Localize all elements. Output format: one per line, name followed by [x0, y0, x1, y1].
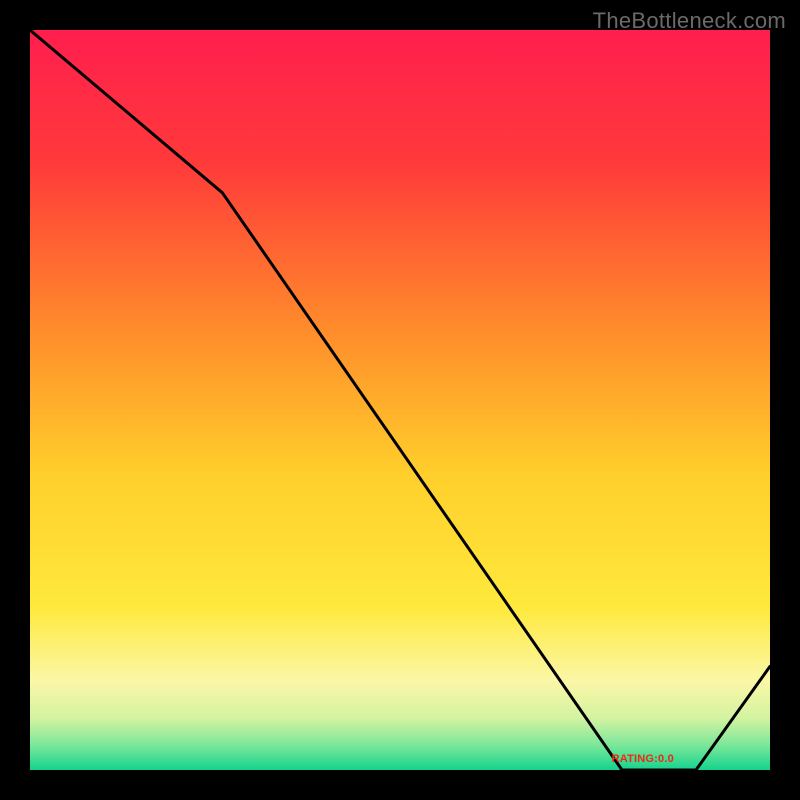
- chart-frame: TheBottleneck.com RATING:0.0: [0, 0, 800, 800]
- bottleneck-chart: [30, 30, 770, 770]
- rating-label: RATING:0.0: [612, 753, 674, 765]
- gradient-background: [30, 30, 770, 770]
